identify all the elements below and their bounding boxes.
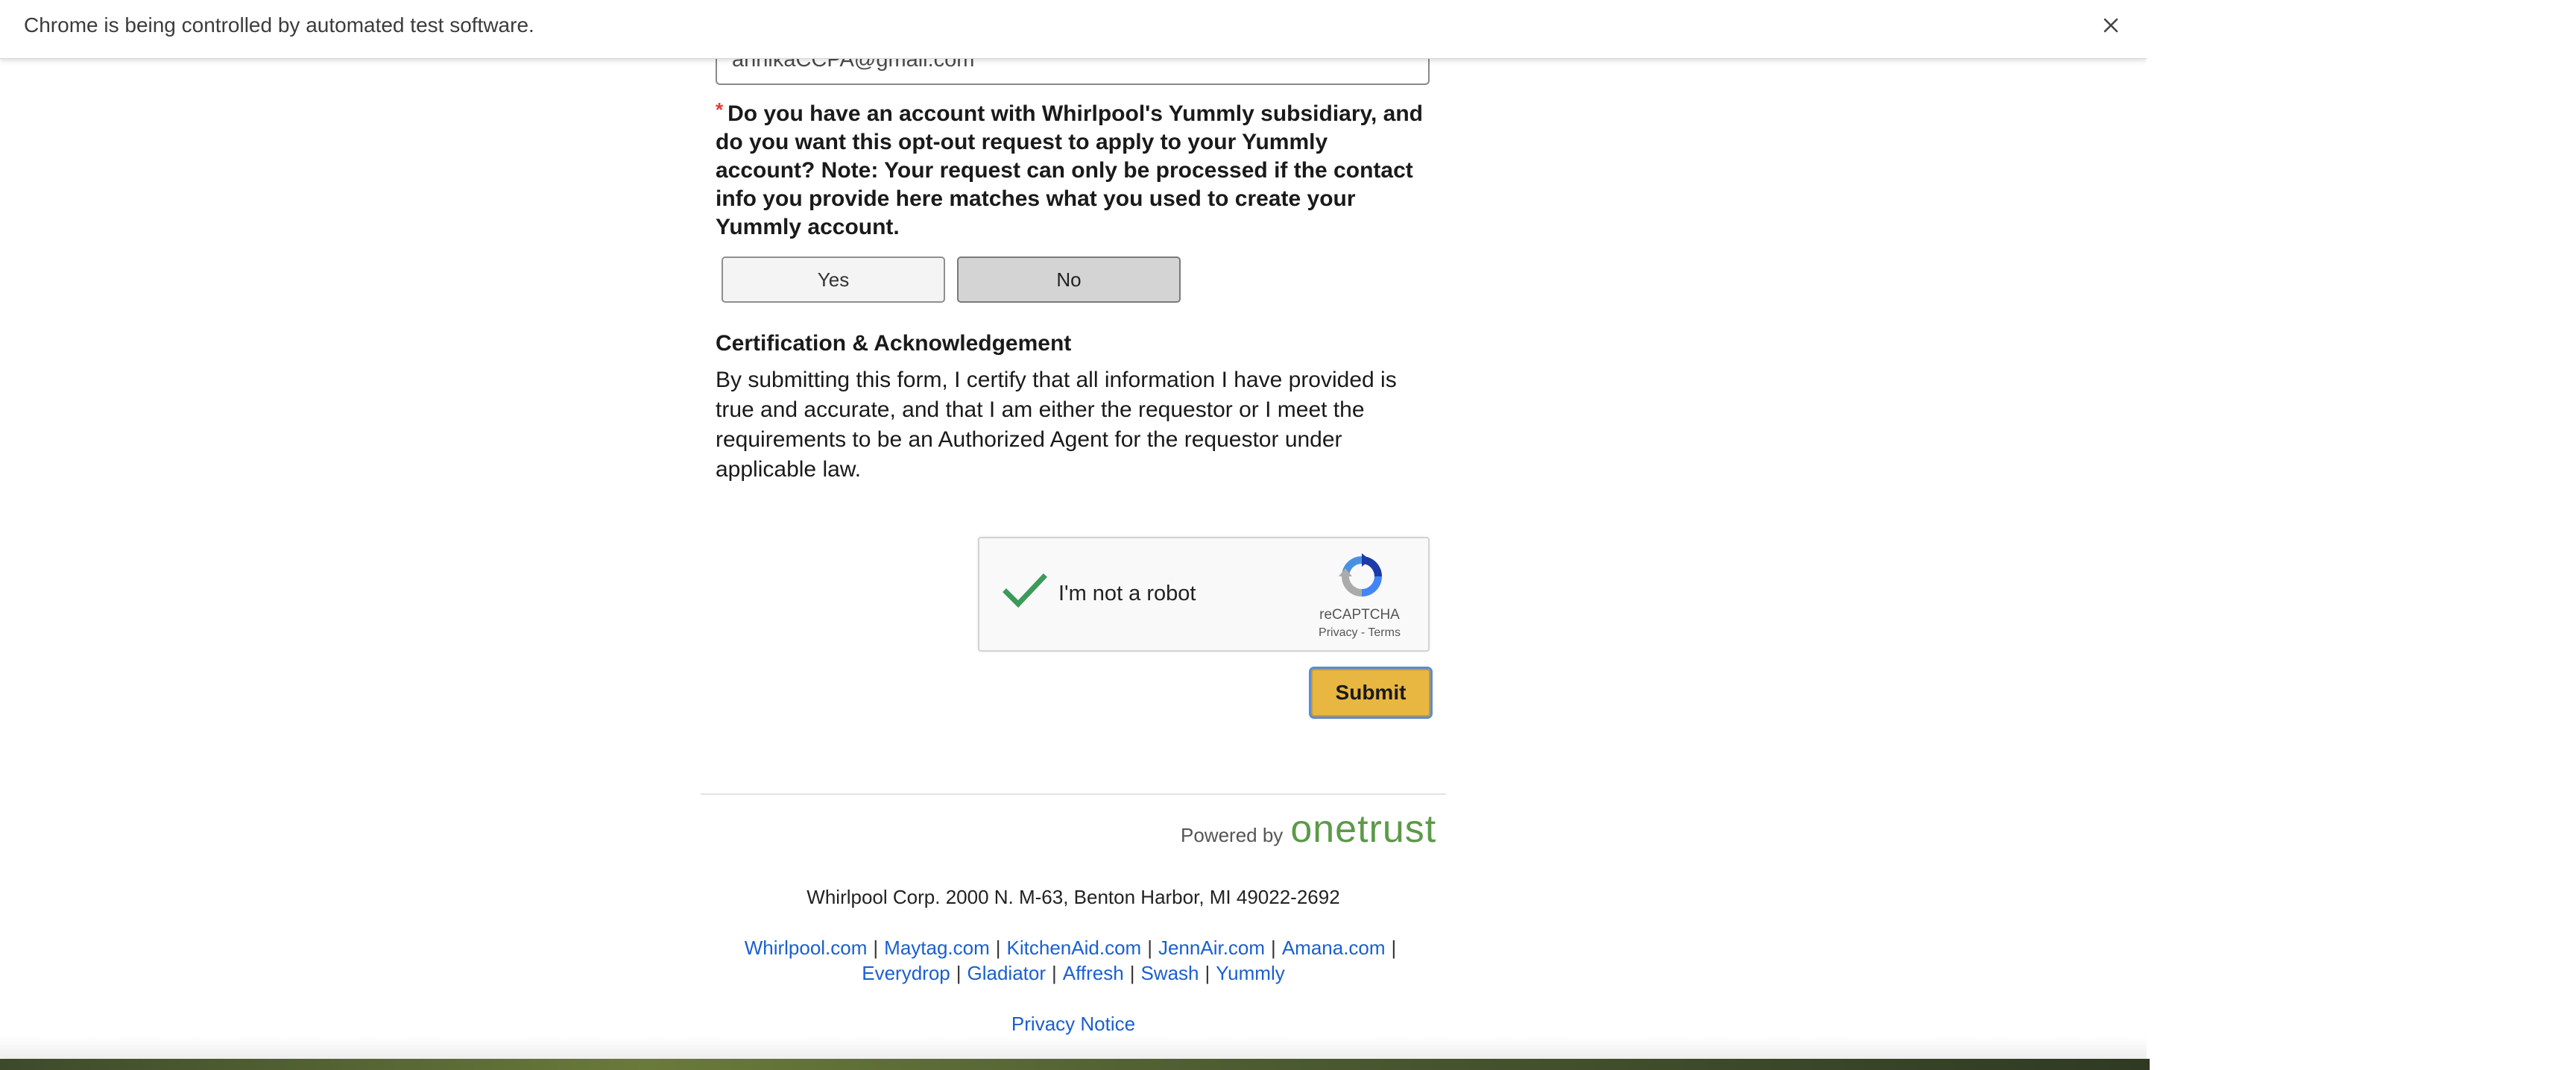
recaptcha-links: Privacy - Terms — [1292, 626, 1427, 640]
link-amana[interactable]: Amana.com — [1282, 937, 1386, 959]
recaptcha-privacy-link[interactable]: Privacy — [1319, 626, 1357, 639]
close-icon[interactable] — [2096, 10, 2126, 40]
link-affresh[interactable]: Affresh — [1063, 962, 1124, 984]
browser-content: Chrome is being controlled by automated … — [0, 0, 2147, 1066]
recaptcha-terms-link[interactable]: Terms — [1368, 626, 1401, 639]
link-separator: | — [956, 962, 962, 984]
brand-links-row-1: Whirlpool.com | Maytag.com | KitchenAid.com |… — [0, 937, 2147, 960]
link-separator: | — [1129, 962, 1135, 984]
yummly-question-text: Do you have an account with Whirlpool's … — [716, 101, 1423, 239]
recaptcha-label: I'm not a robot — [1058, 582, 1196, 605]
link-separator: | — [1391, 937, 1397, 959]
link-separator: | — [1271, 937, 1276, 959]
certification-text: By submitting this form, I certify that … — [716, 368, 1397, 482]
certification-heading: Certification & Acknowledgement — [716, 331, 1072, 356]
privacy-notice-link[interactable]: Privacy Notice — [1011, 1013, 1135, 1035]
recaptcha-checkmark-icon[interactable] — [1002, 571, 1048, 613]
required-marker: * — [716, 98, 724, 121]
recaptcha-separator: - — [1360, 626, 1366, 639]
powered-by: Powered by onetrust — [1181, 807, 1436, 852]
recaptcha-widget: I'm not a robot reCAPTCHA Privacy - Term… — [978, 537, 1430, 652]
privacy-notice: Privacy Notice — [0, 1013, 2147, 1036]
link-everydrop[interactable]: Everydrop — [862, 962, 950, 984]
link-kitchenaid[interactable]: KitchenAid.com — [1007, 937, 1142, 959]
link-gladiator[interactable]: Gladiator — [967, 962, 1046, 984]
onetrust-logo[interactable]: onetrust — [1290, 807, 1436, 852]
link-separator: | — [1052, 962, 1057, 984]
infobar-message: Chrome is being controlled by automated … — [24, 13, 534, 37]
automation-infobar: Chrome is being controlled by automated … — [0, 0, 2147, 59]
link-yummly[interactable]: Yummly — [1216, 962, 1284, 984]
link-separator: | — [995, 937, 1001, 959]
recaptcha-logo-icon — [1337, 552, 1386, 601]
desktop-background — [0, 1059, 2150, 1070]
no-button[interactable]: No — [957, 257, 1181, 303]
brand-links-row-2: Everydrop | Gladiator | Affresh | Swash | Yummly — [0, 962, 2147, 985]
powered-by-label: Powered by — [1181, 824, 1284, 846]
yes-button[interactable]: Yes — [722, 257, 945, 303]
link-jennair[interactable]: JennAir.com — [1158, 937, 1265, 959]
link-separator: | — [1147, 937, 1152, 959]
company-address: Whirlpool Corp. 2000 N. M-63, Benton Har… — [806, 886, 1340, 908]
submit-label: Submit — [1335, 681, 1407, 704]
link-swash[interactable]: Swash — [1140, 962, 1199, 984]
link-maytag[interactable]: Maytag.com — [884, 937, 990, 959]
yes-label: Yes — [817, 268, 850, 291]
link-separator: | — [1205, 962, 1210, 984]
footer-divider — [701, 793, 1446, 795]
no-label: No — [1056, 268, 1082, 291]
yummly-question: * Do you have an account with Whirlpool's… — [716, 98, 1431, 242]
link-whirlpool[interactable]: Whirlpool.com — [745, 937, 868, 959]
link-separator: | — [873, 937, 879, 959]
recaptcha-brand: reCAPTCHA — [1319, 607, 1400, 623]
submit-button[interactable]: Submit — [1309, 667, 1433, 719]
